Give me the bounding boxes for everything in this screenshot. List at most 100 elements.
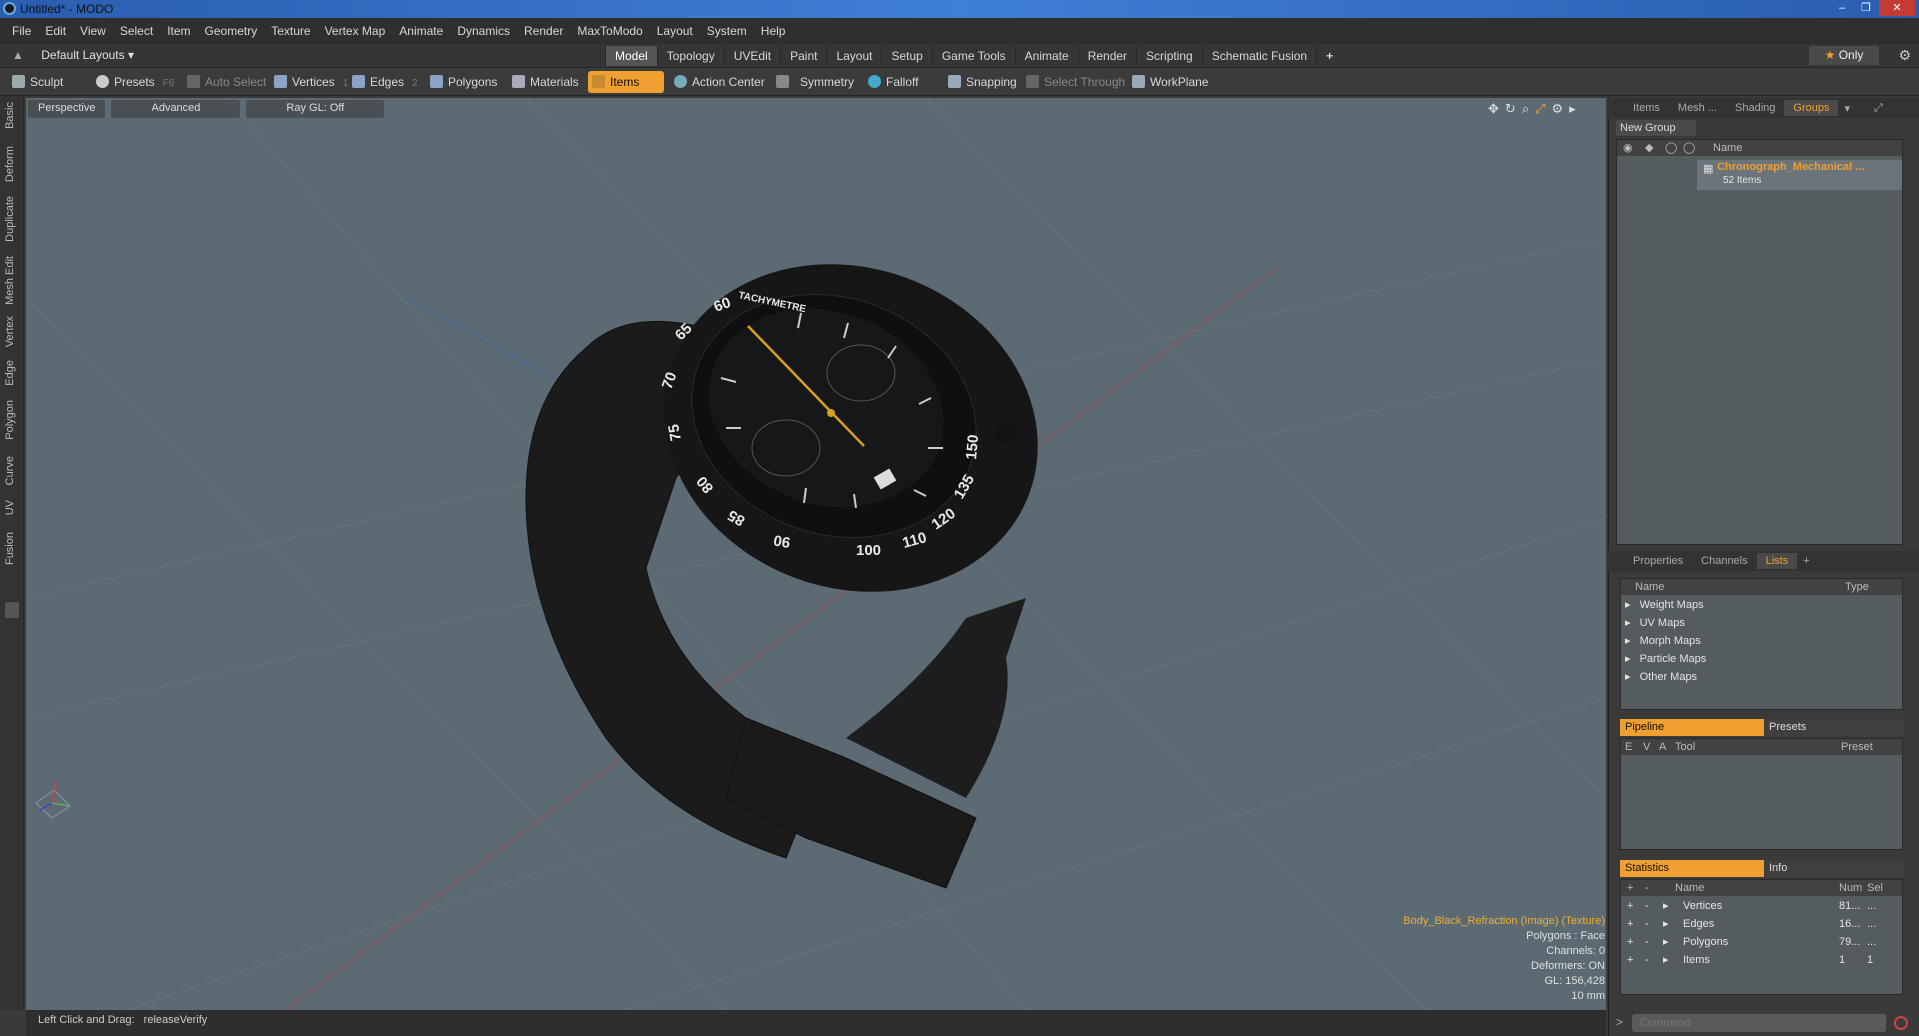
- edges-button[interactable]: Edges 2: [348, 71, 418, 93]
- group-row[interactable]: ▦ Chronograph_Mechanical ... 52 Items: [1697, 160, 1902, 190]
- command-input[interactable]: [1632, 1014, 1886, 1032]
- new-group-button[interactable]: New Group: [1616, 120, 1696, 136]
- remove-icon[interactable]: -: [1645, 897, 1649, 915]
- viewport-menu-arrow-icon[interactable]: ▸: [1569, 101, 1576, 117]
- menu-vertex-map[interactable]: Vertex Map: [325, 24, 386, 38]
- tab-layout[interactable]: Layout: [826, 46, 881, 66]
- list-item[interactable]: ▸ UV Maps: [1625, 614, 1685, 632]
- remove-icon[interactable]: -: [1645, 951, 1649, 969]
- tab-scripting[interactable]: Scripting: [1136, 46, 1202, 66]
- add-icon[interactable]: +: [1627, 951, 1633, 969]
- restore-icon[interactable]: ❐: [1855, 0, 1877, 16]
- stats-row[interactable]: + - ▸ Edges 16... ...: [1621, 915, 1902, 933]
- tab-schematic-fusion[interactable]: Schematic Fusion: [1201, 46, 1316, 66]
- stats-row[interactable]: + - ▸ Items 1 1: [1621, 951, 1902, 969]
- tab-groups[interactable]: Groups: [1784, 100, 1839, 116]
- shading-dropdown[interactable]: Advanced: [111, 100, 241, 118]
- add-tab-icon[interactable]: +: [1316, 46, 1342, 66]
- tab-statistics[interactable]: Statistics: [1620, 860, 1764, 877]
- layout-dropdown[interactable]: ▲ Default Layouts ▾: [12, 48, 134, 62]
- tab-paint[interactable]: Paint: [780, 46, 826, 66]
- tab-uvedit[interactable]: UVEdit: [723, 46, 780, 66]
- menu-edit[interactable]: Edit: [45, 24, 66, 38]
- stats-row[interactable]: + - ▸ Vertices 81... ...: [1621, 897, 1902, 915]
- only-button[interactable]: ★ Only: [1809, 46, 1879, 65]
- action-center-button[interactable]: Action Center: [670, 71, 765, 93]
- vtab-basic[interactable]: Basic: [4, 102, 16, 129]
- menu-select[interactable]: Select: [120, 24, 153, 38]
- menu-help[interactable]: Help: [761, 24, 786, 38]
- tab-lists[interactable]: Lists: [1756, 553, 1798, 569]
- menu-render[interactable]: Render: [524, 24, 563, 38]
- vtab-deform[interactable]: Deform: [4, 146, 16, 182]
- vtab-vertex[interactable]: Vertex: [4, 316, 16, 347]
- list-item[interactable]: ▸ Morph Maps: [1625, 632, 1701, 650]
- tab-properties[interactable]: Properties: [1624, 553, 1692, 569]
- vtab-edge[interactable]: Edge: [4, 360, 16, 386]
- lock-icon[interactable]: ◆: [1645, 140, 1653, 156]
- workplane-button[interactable]: WorkPlane: [1128, 71, 1208, 93]
- viewport-gear-icon[interactable]: ⚙: [1552, 101, 1564, 117]
- view-type-dropdown[interactable]: Perspective: [28, 100, 106, 118]
- vtab-duplicate[interactable]: Duplicate: [4, 196, 16, 242]
- menu-animate[interactable]: Animate: [399, 24, 443, 38]
- symmetry-button[interactable]: Symmetry: [772, 71, 854, 93]
- close-icon[interactable]: ✕: [1879, 0, 1915, 16]
- pan-icon[interactable]: ✥: [1488, 101, 1499, 117]
- tab-render[interactable]: Render: [1077, 46, 1136, 66]
- items-button[interactable]: Items: [588, 71, 664, 93]
- polygons-button[interactable]: Polygons: [426, 71, 497, 93]
- menu-geometry[interactable]: Geometry: [205, 24, 258, 38]
- remove-icon[interactable]: -: [1645, 915, 1649, 933]
- select-through-button[interactable]: Select Through: [1022, 71, 1125, 93]
- render-icon[interactable]: ◯: [1665, 140, 1677, 156]
- tab-channels[interactable]: Channels: [1692, 553, 1756, 569]
- menu-file[interactable]: File: [12, 24, 31, 38]
- tab-pipeline[interactable]: Pipeline: [1620, 719, 1764, 736]
- vtab-polygon[interactable]: Polygon: [4, 400, 16, 440]
- minimize-icon[interactable]: –: [1831, 0, 1853, 16]
- auto-select-button[interactable]: Auto Select: [183, 71, 266, 93]
- tab-shading[interactable]: Shading: [1726, 100, 1784, 116]
- vertices-button[interactable]: Vertices 1: [270, 71, 348, 93]
- raygl-dropdown[interactable]: Ray GL: Off: [246, 100, 385, 118]
- vtab-curve[interactable]: Curve: [4, 456, 16, 485]
- tab-mesh[interactable]: Mesh ...: [1669, 100, 1726, 116]
- stats-row[interactable]: + - ▸ Polygons 79... ...: [1621, 933, 1902, 951]
- rotate-icon[interactable]: ↻: [1505, 101, 1516, 117]
- maximize-icon[interactable]: ⤢: [1535, 101, 1545, 117]
- tab-topology[interactable]: Topology: [656, 46, 724, 66]
- add-icon[interactable]: +: [1627, 933, 1633, 951]
- vtab-uv[interactable]: UV: [4, 500, 16, 515]
- vtab-mesh-edit[interactable]: Mesh Edit: [4, 256, 16, 305]
- tab-info[interactable]: Info: [1764, 860, 1904, 877]
- tab-items[interactable]: Items: [1624, 100, 1669, 116]
- tab-model[interactable]: Model: [605, 46, 657, 66]
- zoom-icon[interactable]: ⌕: [1522, 101, 1529, 117]
- presets-button[interactable]: Presets F6: [92, 71, 174, 93]
- menu-dynamics[interactable]: Dynamics: [457, 24, 510, 38]
- remove-icon[interactable]: -: [1645, 933, 1649, 951]
- materials-button[interactable]: Materials: [508, 71, 579, 93]
- remove-stat-icon[interactable]: -: [1645, 880, 1649, 896]
- sculpt-button[interactable]: Sculpt: [8, 71, 63, 93]
- list-item[interactable]: ▸ Particle Maps: [1625, 650, 1706, 668]
- select-icon[interactable]: ◯: [1683, 140, 1695, 156]
- tab-setup[interactable]: Setup: [881, 46, 931, 66]
- menu-layout[interactable]: Layout: [657, 24, 693, 38]
- list-item[interactable]: ▸ Weight Maps: [1625, 596, 1704, 614]
- list-item[interactable]: ▸ Other Maps: [1625, 668, 1697, 686]
- tab-animate[interactable]: Animate: [1014, 46, 1078, 66]
- add-tab-icon[interactable]: +: [1803, 555, 1809, 567]
- add-icon[interactable]: +: [1627, 897, 1633, 915]
- vtab-fusion[interactable]: Fusion: [4, 532, 16, 565]
- menu-item[interactable]: Item: [167, 24, 190, 38]
- 3d-viewport[interactable]: 60 65 70 75 80 85 90 100 110 120 135 150…: [26, 98, 1606, 1010]
- command-stop-icon[interactable]: [1894, 1016, 1908, 1030]
- menu-maxtomodo[interactable]: MaxToModo: [577, 24, 642, 38]
- falloff-button[interactable]: Falloff: [864, 71, 918, 93]
- menu-texture[interactable]: Texture: [271, 24, 310, 38]
- add-icon[interactable]: +: [1627, 915, 1633, 933]
- panel-dropdown-icon[interactable]: ▾: [1844, 102, 1850, 115]
- panel-toggle-button[interactable]: [5, 602, 19, 618]
